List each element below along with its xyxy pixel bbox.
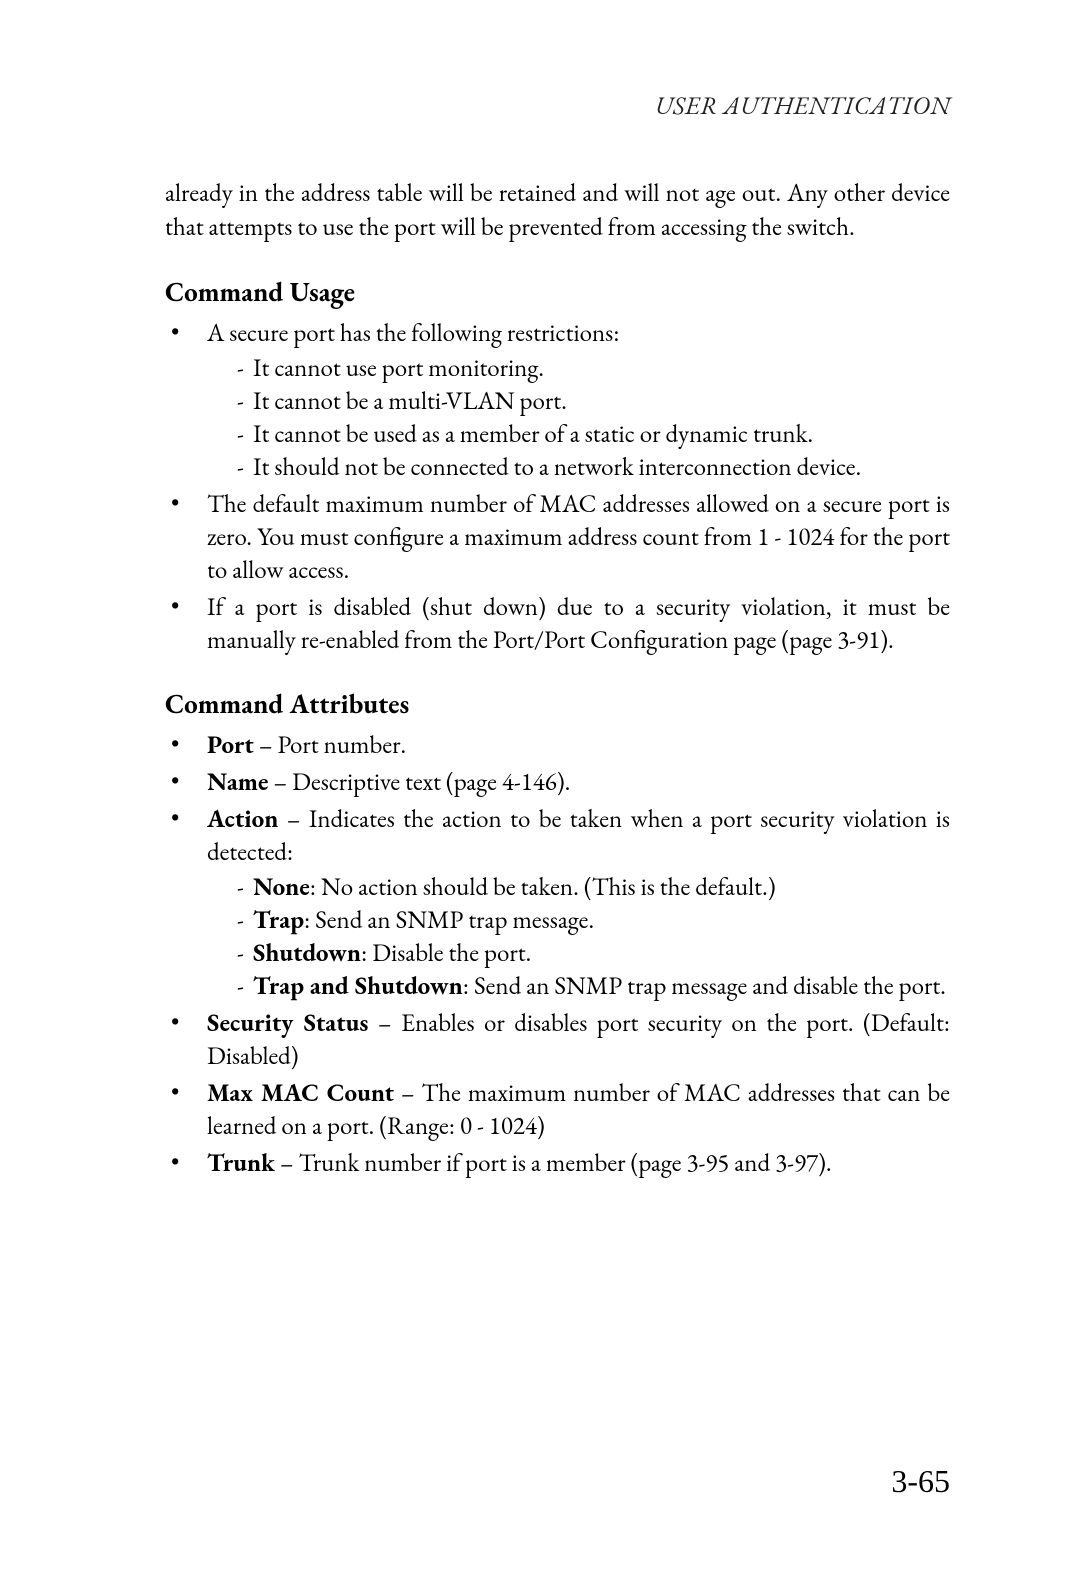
list-item: It should not be connected to a network …	[237, 451, 950, 484]
list-item-text: If a port is disabled (shut down) due to…	[207, 591, 950, 656]
page-body: already in the address table will be ret…	[165, 177, 950, 1180]
attr-desc: – Indicates the action to be taken when …	[207, 803, 950, 868]
list-item: The default maximum number of MAC addres…	[165, 488, 950, 587]
sub-term: None	[253, 871, 310, 903]
command-usage-list: A secure port has the following restrict…	[165, 317, 950, 657]
list-item: It cannot be a multi-VLAN port.	[237, 385, 950, 418]
list-item: A secure port has the following restrict…	[165, 317, 950, 484]
command-attributes-heading: Command Attributes	[165, 687, 950, 723]
attr-term: Max MAC Count	[207, 1077, 394, 1109]
list-item-text: The default maximum number of MAC addres…	[207, 488, 950, 586]
attr-desc: – Descriptive text (page 4-146).	[268, 766, 570, 798]
sub-desc: : Send an SNMP trap message.	[304, 904, 594, 936]
intro-paragraph: already in the address table will be ret…	[165, 177, 950, 245]
sub-term: Trap	[253, 904, 304, 936]
attr-desc: – Trunk number if port is a member (page…	[275, 1147, 832, 1179]
list-item: Trap and Shutdown: Send an SNMP trap mes…	[237, 970, 950, 1003]
sub-desc: : No action should be taken. (This is th…	[310, 871, 776, 903]
command-attributes-list: Port – Port number. Name – Descriptive t…	[165, 729, 950, 1180]
sub-term: Trap and Shutdown	[253, 970, 463, 1002]
document-page: USER AUTHENTICATION already in the addre…	[0, 0, 1080, 1570]
sub-term: Shutdown	[253, 937, 361, 969]
attr-desc: – Port number.	[254, 729, 406, 761]
list-item: It cannot be used as a member of a stati…	[237, 418, 950, 451]
action-sublist: None: No action should be taken. (This i…	[237, 871, 950, 1003]
sub-desc: : Send an SNMP trap message and disable …	[463, 970, 946, 1002]
list-item: Port – Port number.	[165, 729, 950, 762]
restriction-sublist: It cannot use port monitoring. It cannot…	[237, 352, 950, 484]
sub-item-text: It cannot use port monitoring.	[253, 352, 544, 384]
sub-item-text: It should not be connected to a network …	[253, 451, 861, 483]
attr-term: Name	[207, 766, 268, 798]
attr-term: Port	[207, 729, 254, 761]
list-item: Name – Descriptive text (page 4-146).	[165, 766, 950, 799]
sub-item-text: It cannot be a multi-VLAN port.	[253, 385, 567, 417]
list-item: Trunk – Trunk number if port is a member…	[165, 1147, 950, 1180]
list-item: If a port is disabled (shut down) due to…	[165, 591, 950, 657]
list-item: Max MAC Count – The maximum number of MA…	[165, 1077, 950, 1143]
sub-item-text: It cannot be used as a member of a stati…	[253, 418, 813, 450]
list-item: Shutdown: Disable the port.	[237, 937, 950, 970]
attr-term: Action	[207, 803, 278, 835]
list-item: It cannot use port monitoring.	[237, 352, 950, 385]
attr-term: Trunk	[207, 1147, 275, 1179]
list-item: Trap: Send an SNMP trap message.	[237, 904, 950, 937]
attr-term: Security Status	[207, 1007, 368, 1039]
page-number: 3-65	[891, 1463, 950, 1500]
list-item-text: A secure port has the following restrict…	[207, 317, 619, 349]
sub-desc: : Disable the port.	[361, 937, 531, 969]
list-item: Security Status – Enables or disables po…	[165, 1007, 950, 1073]
list-item: None: No action should be taken. (This i…	[237, 871, 950, 904]
page-header: USER AUTHENTICATION	[165, 90, 950, 122]
command-usage-heading: Command Usage	[165, 275, 950, 311]
list-item: Action – Indicates the action to be take…	[165, 803, 950, 1003]
